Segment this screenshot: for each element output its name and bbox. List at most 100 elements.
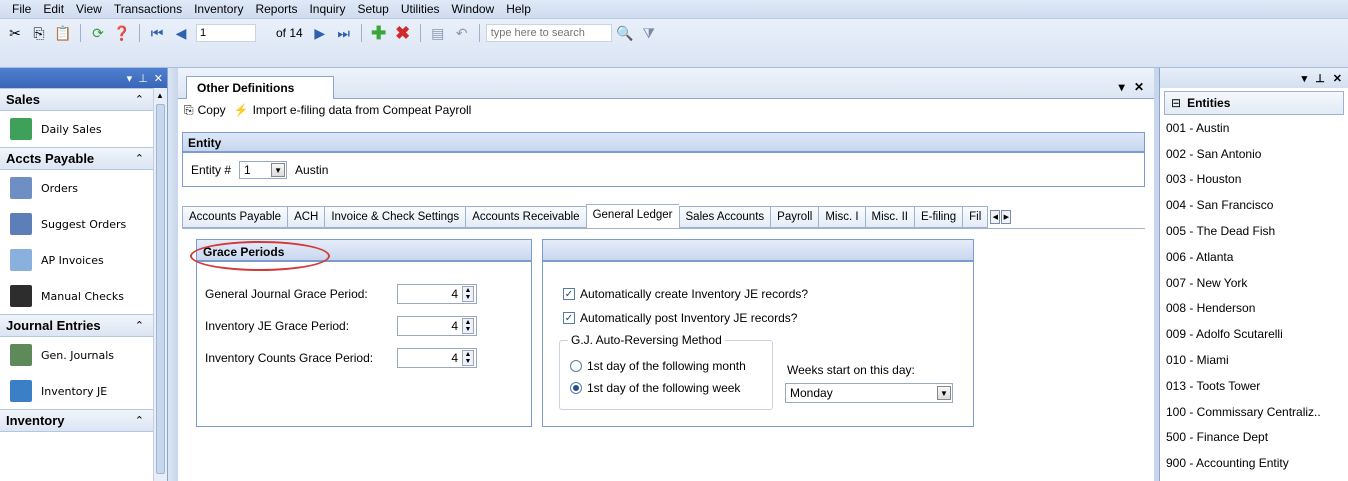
- menu-inquiry[interactable]: Inquiry: [303, 2, 351, 16]
- scroll-up-icon[interactable]: ▲: [156, 91, 164, 100]
- first-record-icon[interactable]: ⏮: [146, 22, 168, 44]
- chevron-up-icon[interactable]: ⌃: [135, 414, 144, 427]
- menu-reports[interactable]: Reports: [249, 2, 303, 16]
- help-icon[interactable]: ❓: [111, 22, 133, 44]
- filter-icon[interactable]: ⧩: [638, 22, 660, 44]
- entity-list-item[interactable]: 005 - The Dead Fish: [1166, 218, 1348, 244]
- import-efiling-button[interactable]: Import e-filing data from Compeat Payrol…: [253, 103, 472, 117]
- grace-period-spinner[interactable]: 4 ▲ ▼: [397, 316, 477, 336]
- tab-fil[interactable]: Fil: [962, 206, 989, 228]
- entity-list-item[interactable]: 004 - San Francisco: [1166, 192, 1348, 218]
- tab-general-ledger[interactable]: General Ledger: [585, 204, 679, 228]
- entity-number-dropdown[interactable]: 1 ▼: [239, 161, 288, 179]
- weeks-start-dropdown[interactable]: Monday ▼: [785, 383, 953, 403]
- menu-window[interactable]: Window: [446, 2, 501, 16]
- pane-close-icon[interactable]: ✕: [1333, 72, 1342, 85]
- pane-menu-icon[interactable]: ▾: [127, 72, 133, 85]
- scroll-thumb[interactable]: [156, 104, 165, 474]
- nav-item-manual-checks[interactable]: Manual Checks: [0, 278, 154, 314]
- grace-period-spinner[interactable]: 4 ▲ ▼: [397, 284, 477, 304]
- copy-button[interactable]: Copy: [198, 103, 226, 117]
- entity-list-item[interactable]: 001 - Austin: [1166, 115, 1348, 141]
- tab-payroll[interactable]: Payroll: [770, 206, 819, 228]
- entity-list-item[interactable]: 008 - Henderson: [1166, 296, 1348, 322]
- record-number-input[interactable]: [196, 24, 256, 42]
- tab-misc-ii[interactable]: Misc. II: [864, 206, 914, 228]
- grace-period-spinner[interactable]: 4 ▲ ▼: [397, 348, 477, 368]
- spinner-arrows-icon[interactable]: ▲ ▼: [462, 350, 474, 366]
- reverse-month-radio[interactable]: 1st day of the following month: [570, 359, 746, 373]
- tab-e-filing[interactable]: E-filing: [913, 206, 963, 228]
- add-icon[interactable]: ✚: [368, 22, 390, 44]
- pane-pin-icon[interactable]: ⊥: [138, 72, 148, 85]
- entity-list-item[interactable]: 002 - San Antonio: [1166, 141, 1348, 167]
- nav-group-inventory[interactable]: Inventory ⌃: [0, 409, 154, 432]
- tab-accounts-receivable[interactable]: Accounts Receivable: [465, 206, 586, 228]
- entity-list-item[interactable]: 003 - Houston: [1166, 167, 1348, 193]
- nav-item-gen-journals[interactable]: Gen. Journals: [0, 337, 154, 373]
- entities-tree-header[interactable]: ⊟ Entities: [1164, 91, 1344, 115]
- menu-inventory[interactable]: Inventory: [188, 2, 249, 16]
- chevron-down-icon[interactable]: ▼: [937, 386, 951, 400]
- import-icon[interactable]: ⚡: [234, 103, 249, 117]
- collapse-icon[interactable]: ⊟: [1171, 96, 1181, 110]
- chevron-up-icon[interactable]: ⌃: [135, 152, 144, 165]
- auto-create-je-checkbox[interactable]: ✓ Automatically create Inventory JE reco…: [563, 287, 808, 301]
- entity-list-item[interactable]: 500 - Finance Dept: [1166, 425, 1348, 451]
- prev-record-icon[interactable]: ◀: [170, 22, 192, 44]
- menu-file[interactable]: File: [6, 2, 37, 16]
- tab-invoice-check-settings[interactable]: Invoice & Check Settings: [324, 206, 466, 228]
- refresh-icon[interactable]: ⟳: [87, 22, 109, 44]
- nav-item-suggest-orders[interactable]: Suggest Orders: [0, 206, 154, 242]
- nav-item-inventory-je[interactable]: Inventory JE: [0, 373, 154, 409]
- cut-icon[interactable]: ✂: [4, 22, 26, 44]
- tab-sales-accounts[interactable]: Sales Accounts: [678, 206, 771, 228]
- menu-utilities[interactable]: Utilities: [395, 2, 446, 16]
- document-tab-other-definitions[interactable]: Other Definitions: [186, 76, 334, 99]
- entity-list-item[interactable]: 009 - Adolfo Scutarelli: [1166, 321, 1348, 347]
- search-input[interactable]: [485, 24, 612, 42]
- paste-icon[interactable]: 📋: [52, 22, 74, 44]
- menu-edit[interactable]: Edit: [37, 2, 70, 16]
- copy-doc-icon[interactable]: ⎘: [184, 103, 194, 118]
- pane-pin-icon[interactable]: ⊥: [1315, 72, 1325, 85]
- chevron-up-icon[interactable]: ⌃: [135, 93, 144, 106]
- entity-list-item[interactable]: 006 - Atlanta: [1166, 244, 1348, 270]
- nav-item-orders[interactable]: Orders: [0, 170, 154, 206]
- document-close-icon[interactable]: ✕: [1134, 80, 1144, 94]
- nav-item-ap-invoices[interactable]: AP Invoices: [0, 242, 154, 278]
- entity-list-item[interactable]: 100 - Commissary Centraliz..: [1166, 399, 1348, 425]
- tab-accounts-payable[interactable]: Accounts Payable: [182, 206, 288, 228]
- entity-list-item[interactable]: 013 - Toots Tower: [1166, 373, 1348, 399]
- tab-ach[interactable]: ACH: [287, 206, 325, 228]
- next-record-icon[interactable]: ▶: [309, 22, 331, 44]
- left-splitter[interactable]: [168, 68, 178, 481]
- search-icon[interactable]: 🔍: [614, 22, 636, 44]
- menu-help[interactable]: Help: [500, 2, 537, 16]
- tab-scroll-right-icon[interactable]: ▶: [1001, 210, 1012, 224]
- nav-item-daily-sales[interactable]: Daily Sales: [0, 111, 154, 147]
- pane-close-icon[interactable]: ✕: [154, 72, 163, 85]
- nav-group-sales[interactable]: Sales ⌃: [0, 88, 154, 111]
- menu-transactions[interactable]: Transactions: [108, 2, 188, 16]
- tab-scroll-left-icon[interactable]: ◀: [990, 210, 1001, 224]
- entity-list-item[interactable]: 900 - Accounting Entity: [1166, 450, 1348, 476]
- chevron-up-icon[interactable]: ⌃: [135, 319, 144, 332]
- auto-post-je-checkbox[interactable]: ✓ Automatically post Inventory JE record…: [563, 311, 797, 325]
- save-icon[interactable]: ▤: [427, 22, 449, 44]
- entity-list-item[interactable]: 010 - Miami: [1166, 347, 1348, 373]
- nav-group-journal-entries[interactable]: Journal Entries ⌃: [0, 314, 154, 337]
- pane-menu-icon[interactable]: ▾: [1302, 72, 1308, 85]
- menu-view[interactable]: View: [70, 2, 108, 16]
- document-menu-icon[interactable]: ▾: [1119, 80, 1125, 94]
- undo-icon[interactable]: ↶: [451, 22, 473, 44]
- spinner-arrows-icon[interactable]: ▲ ▼: [462, 286, 474, 302]
- last-record-icon[interactable]: ⏭: [333, 22, 355, 44]
- navigation-scrollbar[interactable]: ▲: [153, 88, 167, 481]
- delete-icon[interactable]: ✖: [392, 22, 414, 44]
- spinner-arrows-icon[interactable]: ▲ ▼: [462, 318, 474, 334]
- menu-setup[interactable]: Setup: [352, 2, 395, 16]
- chevron-down-icon[interactable]: ▼: [271, 163, 286, 177]
- tab-misc-i[interactable]: Misc. I: [818, 206, 865, 228]
- entity-list-item[interactable]: 007 - New York: [1166, 270, 1348, 296]
